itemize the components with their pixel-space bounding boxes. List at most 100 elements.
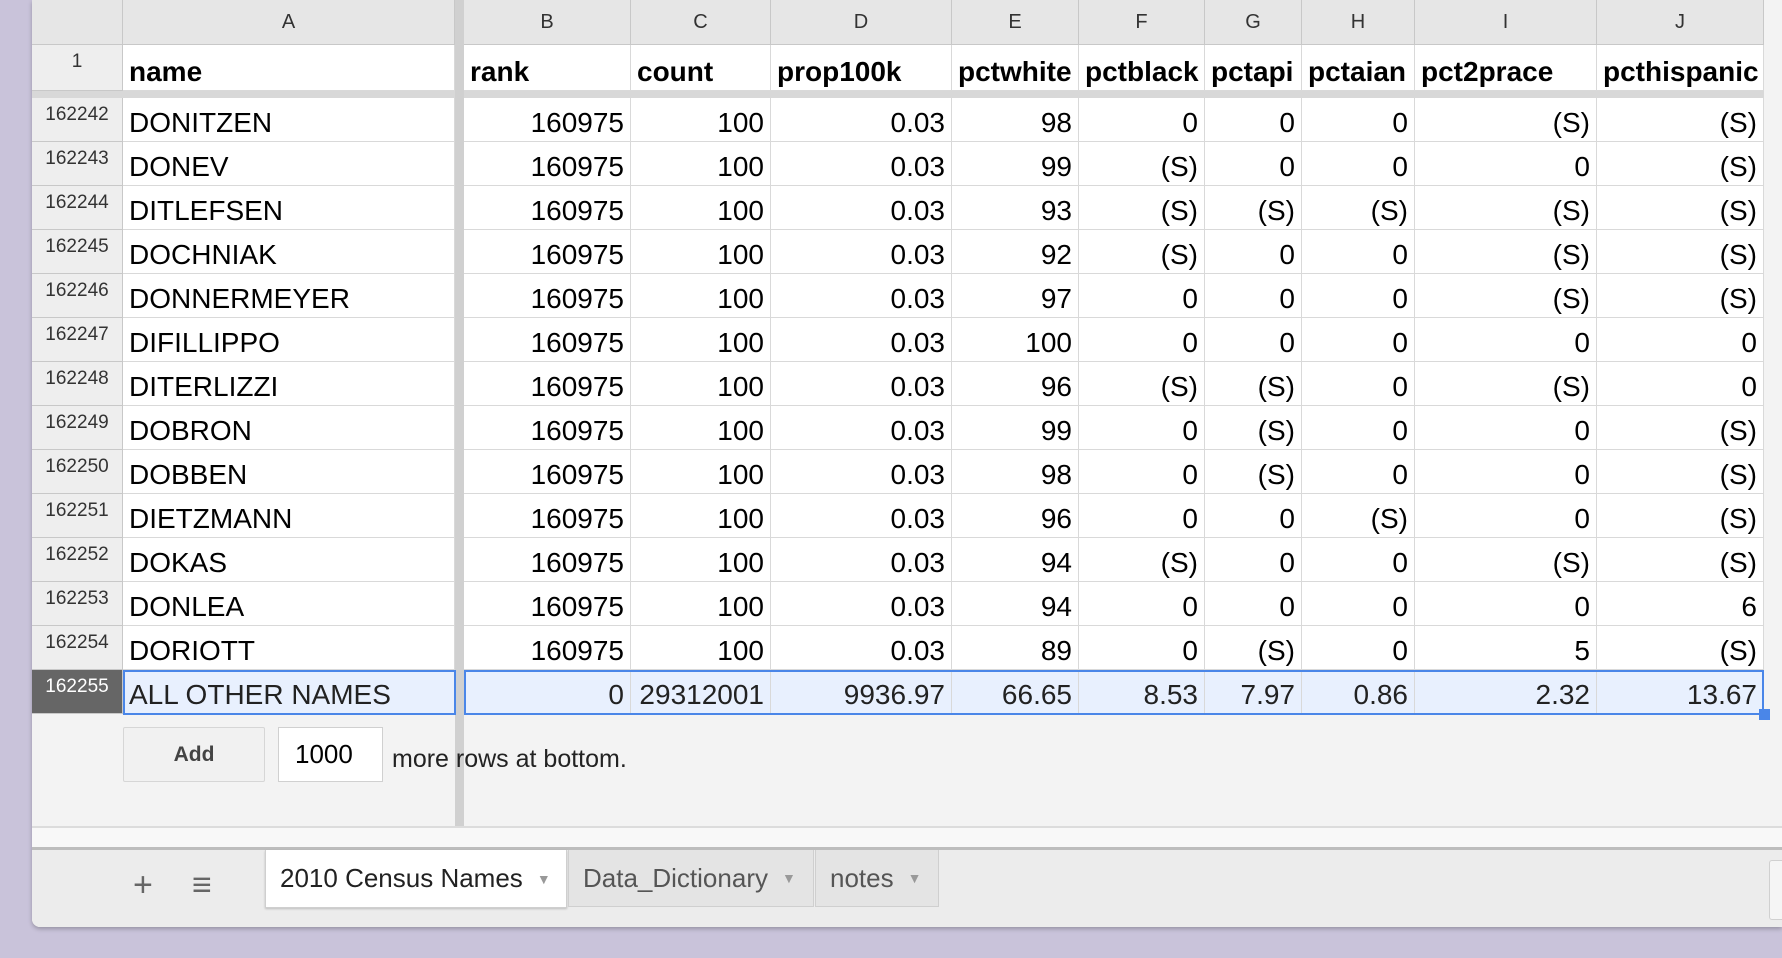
header-cell-prop100k[interactable]: prop100k (771, 45, 952, 91)
explore-button[interactable] (1769, 860, 1782, 920)
table-cell[interactable]: 160975 (464, 362, 631, 406)
table-cell[interactable]: 0 (1415, 142, 1597, 186)
table-cell[interactable]: 100 (631, 362, 771, 406)
add-rows-button[interactable]: Add (123, 727, 265, 782)
row-header[interactable]: 162247 (32, 318, 123, 362)
table-cell[interactable]: 0.03 (771, 318, 952, 362)
table-cell[interactable]: 160975 (464, 450, 631, 494)
table-cell[interactable]: 0 (1302, 274, 1415, 318)
header-cell-pct2prace[interactable]: pct2prace (1415, 45, 1597, 91)
table-cell[interactable]: (S) (1597, 142, 1764, 186)
header-cell-count[interactable]: count (631, 45, 771, 91)
table-cell[interactable]: 0 (1079, 98, 1205, 142)
table-cell[interactable]: 99 (952, 406, 1079, 450)
table-cell[interactable]: 160975 (464, 318, 631, 362)
table-cell[interactable]: 96 (952, 494, 1079, 538)
header-cell-pctwhite[interactable]: pctwhite (952, 45, 1079, 91)
table-cell[interactable]: 0 (1302, 98, 1415, 142)
row-header[interactable]: 162254 (32, 626, 123, 670)
table-cell[interactable]: 100 (631, 98, 771, 142)
row-header[interactable]: 162244 (32, 186, 123, 230)
table-cell[interactable]: 0 (1302, 406, 1415, 450)
table-cell[interactable]: 0 (1205, 274, 1302, 318)
table-cell[interactable]: 100 (631, 186, 771, 230)
table-cell[interactable]: (S) (1079, 142, 1205, 186)
fill-handle[interactable] (1759, 709, 1770, 720)
row-header-1[interactable]: 1 (32, 45, 123, 91)
table-cell[interactable]: 0 (1079, 406, 1205, 450)
table-cell[interactable]: 0.03 (771, 582, 952, 626)
table-cell[interactable]: 160975 (464, 98, 631, 142)
table-cell[interactable]: DOCHNIAK (123, 230, 455, 274)
caret-down-icon[interactable]: ▼ (537, 871, 551, 887)
table-cell[interactable]: 100 (631, 538, 771, 582)
table-cell[interactable]: 0 (1302, 142, 1415, 186)
row-header[interactable]: 162245 (32, 230, 123, 274)
table-cell[interactable]: (S) (1205, 362, 1302, 406)
column-header-i[interactable]: I (1415, 0, 1597, 45)
table-cell[interactable]: 0 (1205, 98, 1302, 142)
table-cell[interactable]: (S) (1205, 406, 1302, 450)
table-cell[interactable]: 97 (952, 274, 1079, 318)
table-cell[interactable]: 94 (952, 582, 1079, 626)
table-cell[interactable]: 0.03 (771, 274, 952, 318)
sheet-tab-data-dictionary[interactable]: Data_Dictionary ▼ (568, 850, 814, 907)
table-cell[interactable]: 0 (1415, 406, 1597, 450)
row-header[interactable]: 162251 (32, 494, 123, 538)
select-all-corner[interactable] (32, 0, 123, 45)
table-cell[interactable]: 0 (1079, 274, 1205, 318)
header-cell-name[interactable]: name (123, 45, 455, 91)
table-cell[interactable]: 100 (952, 318, 1079, 362)
row-header[interactable]: 162242 (32, 98, 123, 142)
table-cell[interactable]: 99 (952, 142, 1079, 186)
table-cell[interactable]: 0 (1302, 538, 1415, 582)
table-cell[interactable]: 92 (952, 230, 1079, 274)
table-cell[interactable]: 93 (952, 186, 1079, 230)
table-cell[interactable]: (S) (1415, 186, 1597, 230)
plus-icon[interactable]: + (133, 866, 153, 905)
table-cell[interactable]: 160975 (464, 186, 631, 230)
table-cell[interactable]: DONITZEN (123, 98, 455, 142)
add-rows-count-input[interactable] (278, 727, 383, 782)
row-header[interactable]: 162248 (32, 362, 123, 406)
table-cell[interactable]: DOKAS (123, 538, 455, 582)
table-cell[interactable]: 0 (1302, 318, 1415, 362)
table-cell[interactable]: 0.03 (771, 142, 952, 186)
table-cell[interactable]: 0 (1302, 362, 1415, 406)
table-cell[interactable]: 0 (1079, 626, 1205, 670)
sheet-tab-2010-census-names[interactable]: 2010 Census Names ▼ (265, 850, 567, 908)
horizontal-scrollbar[interactable] (32, 828, 1782, 850)
row-header[interactable]: 162243 (32, 142, 123, 186)
table-cell[interactable]: 0 (1205, 538, 1302, 582)
table-cell[interactable]: (S) (1597, 494, 1764, 538)
table-cell[interactable]: 100 (631, 274, 771, 318)
table-cell[interactable]: 6 (1597, 582, 1764, 626)
table-cell[interactable]: (S) (1205, 450, 1302, 494)
column-header-g[interactable]: G (1205, 0, 1302, 45)
caret-down-icon[interactable]: ▼ (782, 870, 796, 886)
table-cell[interactable]: 94 (952, 538, 1079, 582)
table-cell[interactable]: 0.03 (771, 494, 952, 538)
table-cell[interactable]: 0 (1415, 494, 1597, 538)
table-cell[interactable]: DORIOTT (123, 626, 455, 670)
table-cell[interactable]: 0 (1079, 450, 1205, 494)
table-cell[interactable]: (S) (1415, 362, 1597, 406)
table-cell[interactable]: DIFILLIPPO (123, 318, 455, 362)
row-header[interactable]: 162252 (32, 538, 123, 582)
table-cell[interactable]: DITLEFSEN (123, 186, 455, 230)
table-cell[interactable]: 0 (1205, 230, 1302, 274)
column-header-e[interactable]: E (952, 0, 1079, 45)
table-cell[interactable]: (S) (1415, 538, 1597, 582)
table-cell[interactable]: 0 (1205, 318, 1302, 362)
table-cell[interactable]: DOBBEN (123, 450, 455, 494)
header-cell-pctblack[interactable]: pctblack (1079, 45, 1205, 91)
table-cell[interactable]: (S) (1597, 274, 1764, 318)
table-cell[interactable]: 160975 (464, 274, 631, 318)
row-header[interactable]: 162246 (32, 274, 123, 318)
table-cell[interactable]: (S) (1597, 186, 1764, 230)
table-cell[interactable]: 5 (1415, 626, 1597, 670)
table-cell[interactable]: 100 (631, 142, 771, 186)
table-cell[interactable]: (S) (1205, 186, 1302, 230)
table-cell[interactable]: 0 (1302, 626, 1415, 670)
row-header[interactable]: 162253 (32, 582, 123, 626)
